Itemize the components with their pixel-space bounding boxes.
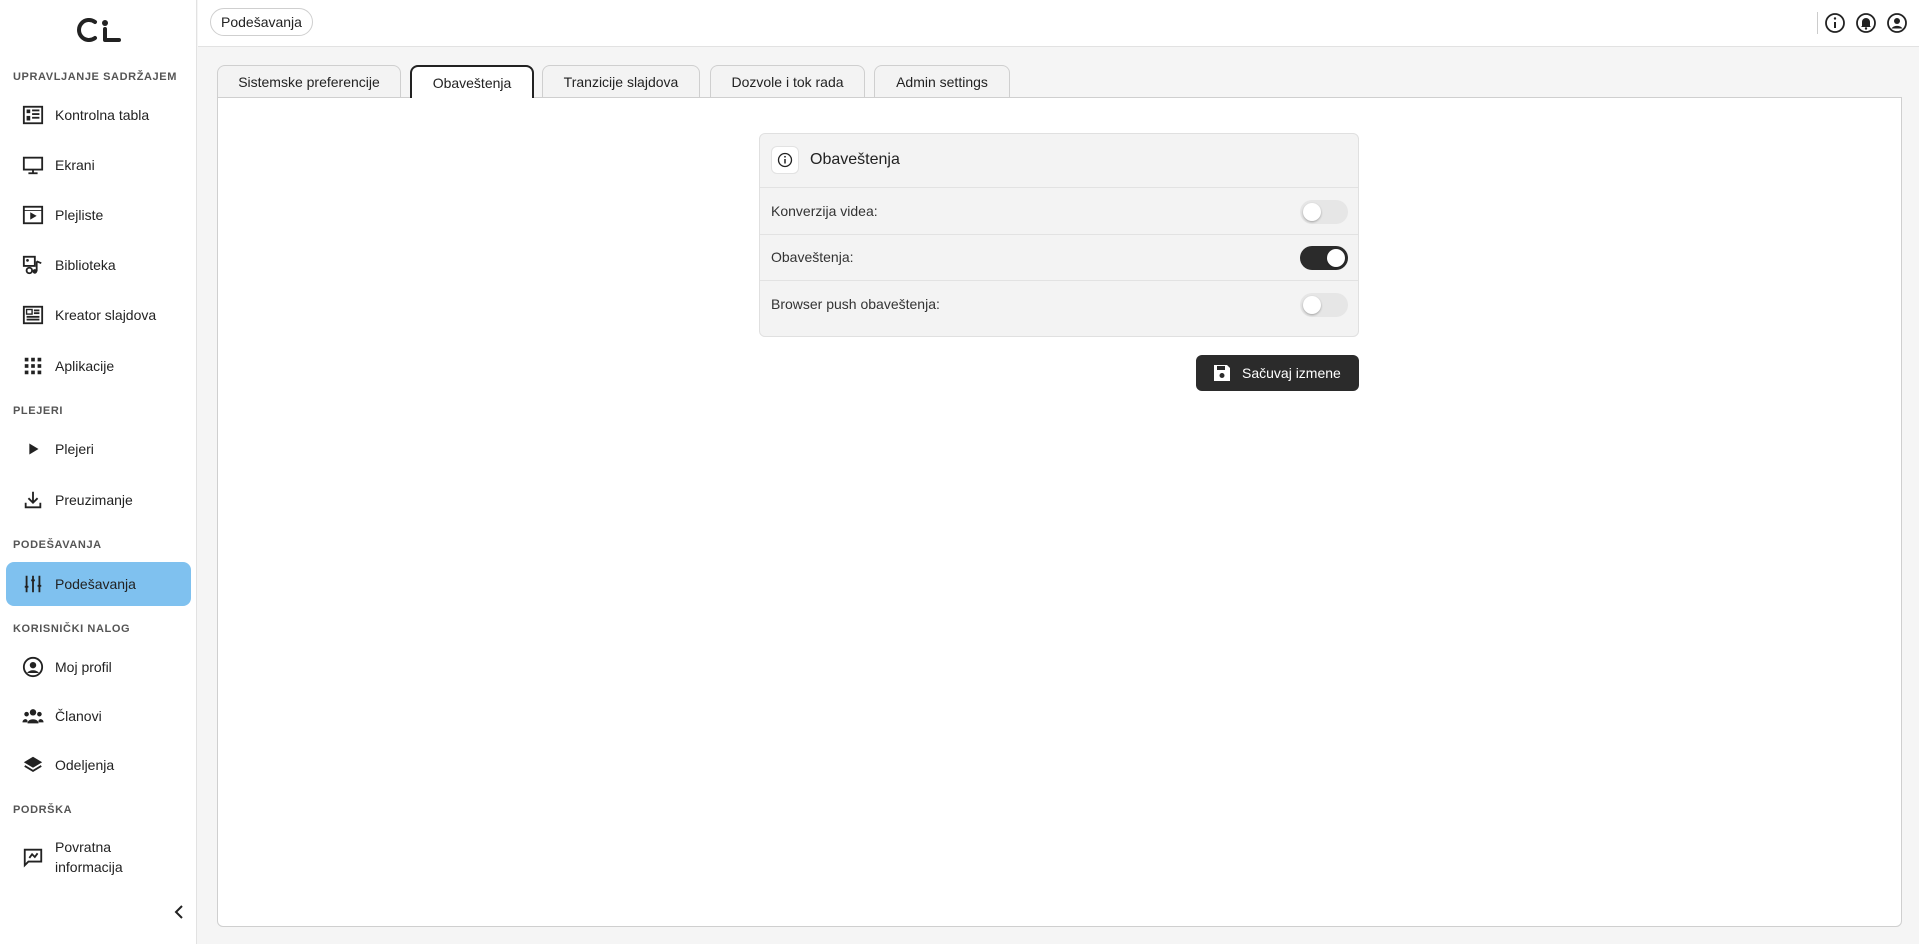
sidebar-item-playlists[interactable]: Plejliste [6, 193, 191, 237]
sidebar-item-members[interactable]: Članovi [6, 694, 191, 738]
account-icon[interactable] [1886, 12, 1908, 34]
section-title-players: PLEJERI [13, 405, 64, 417]
download-icon [21, 488, 45, 512]
section-title-settings: PODEŠAVANJA [13, 539, 102, 551]
media-library-icon [21, 253, 45, 277]
sidebar-item-feedback[interactable]: Povratna informacija [6, 832, 191, 882]
sidebar-item-departments[interactable]: Odeljenja [6, 743, 191, 787]
app-logo[interactable] [75, 16, 125, 44]
sidebar-item-label: Odeljenja [55, 757, 115, 773]
collapse-sidebar-icon[interactable] [170, 902, 188, 922]
card-title: Obaveštenja [810, 151, 900, 168]
tab-admin-settings[interactable]: Admin settings [874, 65, 1010, 97]
floppy-disk-icon [1212, 363, 1232, 383]
sidebar-item-label: Preuzimanje [55, 492, 133, 508]
dashboard-icon [21, 103, 45, 127]
setting-label: Konverzija videa: [771, 203, 878, 219]
slide-creator-icon [21, 303, 45, 327]
sidebar-item-label: Plejliste [55, 207, 104, 223]
setting-row-browser-push: Browser push obaveštenja: [760, 281, 1358, 327]
sidebar-item-label: Kreator slajdova [55, 307, 157, 323]
notifications-card: Obaveštenja Konverzija videa: Obaveštenj… [759, 133, 1359, 337]
sidebar-item-apps[interactable]: Aplikacije [6, 344, 191, 388]
sidebar-item-label: Plejeri [55, 441, 94, 457]
sidebar-item-label: Ekrani [55, 157, 95, 173]
info-icon [771, 146, 799, 174]
playlist-icon [21, 203, 45, 227]
toggle-knob [1327, 249, 1345, 267]
section-title-support: PODRŠKA [13, 804, 73, 816]
top-bar: Podešavanja [198, 0, 1919, 47]
tab-notifications[interactable]: Obaveštenja [410, 65, 534, 98]
save-button-label: Sačuvaj izmene [1242, 365, 1341, 381]
play-icon [21, 437, 45, 461]
sidebar-item-library[interactable]: Biblioteka [6, 243, 191, 287]
notifications-toggle[interactable] [1300, 246, 1348, 270]
sidebar-item-label: Moj profil [55, 659, 112, 675]
card-header: Obaveštenja [760, 134, 1358, 188]
sidebar-item-label: Povratna informacija [55, 839, 123, 875]
feedback-icon [21, 845, 45, 869]
users-icon [21, 704, 45, 728]
sidebar-item-slide-creator[interactable]: Kreator slajdova [6, 293, 191, 337]
setting-label: Obaveštenja: [771, 249, 854, 265]
sidebar-item-settings[interactable]: Podešavanja [6, 562, 191, 606]
notifications-icon[interactable] [1855, 12, 1877, 34]
video-conversion-toggle[interactable] [1300, 200, 1348, 224]
sidebar-item-label: Aplikacije [55, 358, 115, 374]
setting-row-video-conversion: Konverzija videa: [760, 188, 1358, 235]
tab-slide-transitions[interactable]: Tranzicije slajdova [542, 65, 700, 97]
section-title-account: KORISNIČKI NALOG [13, 623, 131, 635]
section-title-content: UPRAVLJANJE SADRŽAJEM [13, 71, 177, 83]
sidebar-item-dashboard[interactable]: Kontrolna tabla [6, 93, 191, 137]
sidebar-item-my-profile[interactable]: Moj profil [6, 645, 191, 689]
info-icon[interactable] [1824, 12, 1846, 34]
user-circle-icon [21, 655, 45, 679]
toggle-knob [1303, 296, 1321, 314]
sidebar-item-label: Biblioteka [55, 257, 116, 273]
sidebar-item-label: Članovi [55, 708, 102, 724]
setting-row-notifications: Obaveštenja: [760, 234, 1358, 281]
setting-label: Browser push obaveštenja: [771, 296, 940, 312]
tab-permissions-workflow[interactable]: Dozvole i tok rada [710, 65, 865, 97]
apps-grid-icon [21, 354, 45, 378]
breadcrumb[interactable]: Podešavanja [210, 8, 313, 36]
sidebar-item-download[interactable]: Preuzimanje [6, 478, 191, 522]
sidebar-item-players[interactable]: Plejeri [6, 427, 191, 471]
save-changes-button[interactable]: Sačuvaj izmene [1196, 355, 1359, 391]
sidebar: UPRAVLJANJE SADRŽAJEM Kontrolna tabla Ek… [0, 0, 197, 944]
sidebar-item-screens[interactable]: Ekrani [6, 143, 191, 187]
sidebar-item-label: Kontrolna tabla [55, 107, 150, 123]
toggle-knob [1303, 203, 1321, 221]
browser-push-toggle[interactable] [1300, 293, 1348, 317]
top-bar-divider [1817, 12, 1818, 34]
monitor-icon [21, 153, 45, 177]
sliders-icon [21, 572, 45, 596]
tab-system-preferences[interactable]: Sistemske preferencije [217, 65, 401, 97]
layers-icon [21, 753, 45, 777]
sidebar-item-label: Podešavanja [55, 576, 136, 592]
